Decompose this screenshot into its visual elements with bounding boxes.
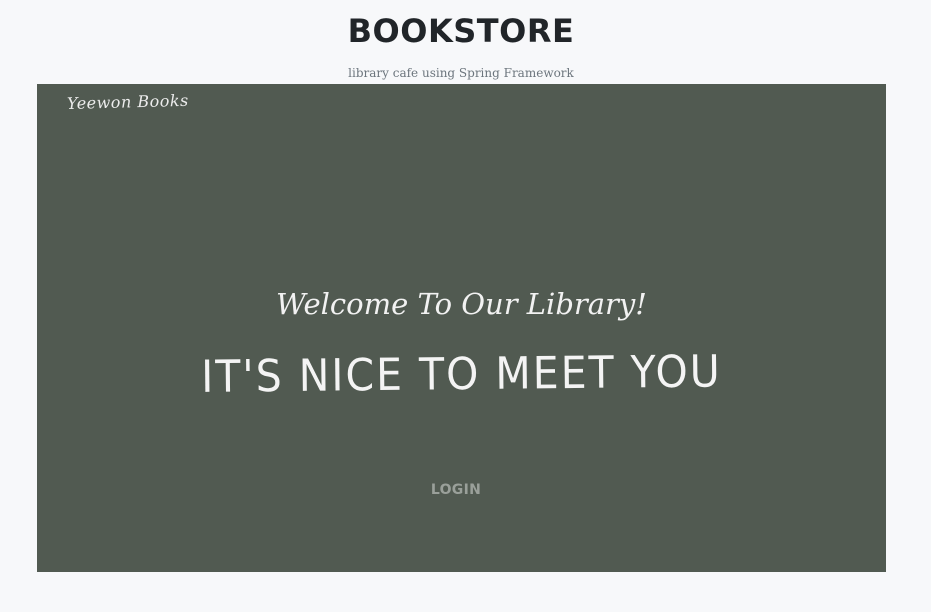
page-title: BOOKSTORE <box>347 12 575 50</box>
login-button[interactable]: LOGIN <box>411 476 501 504</box>
welcome-text: Welcome To Our Library! <box>276 287 647 321</box>
hero-headline: IT'S NICE TO MEET YOU <box>200 345 723 403</box>
hero-section: Yeewon Books Welcome To Our Library! IT'… <box>37 84 886 572</box>
page-subtitle: library cafe using Spring Framework <box>348 66 574 80</box>
brand-logo-text[interactable]: Yeewon Books <box>67 91 189 113</box>
